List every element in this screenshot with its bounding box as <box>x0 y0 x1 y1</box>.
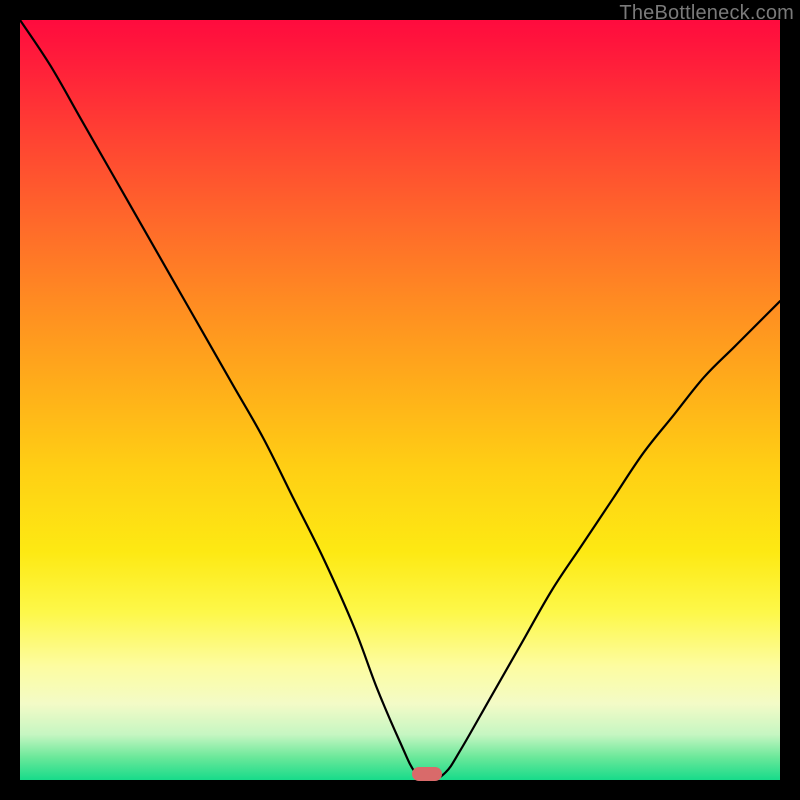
chart-frame: TheBottleneck.com <box>0 0 800 800</box>
attribution-label: TheBottleneck.com <box>619 2 794 25</box>
optimal-point-marker <box>412 767 442 781</box>
chart-plot-area <box>20 20 780 780</box>
bottleneck-curve <box>20 20 780 780</box>
